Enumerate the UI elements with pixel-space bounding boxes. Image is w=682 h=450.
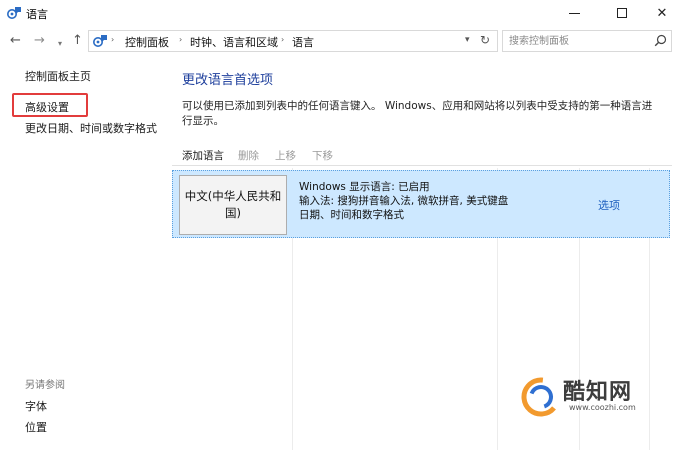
breadcrumb-chevron-icon[interactable]: ›	[281, 35, 284, 44]
change-date-format-link[interactable]: 更改日期、时间或数字格式	[25, 120, 157, 136]
address-dropdown-icon[interactable]: ▾	[465, 35, 470, 45]
search-box[interactable]	[502, 30, 672, 52]
language-row[interactable]: 中文(中华人民共和国) Windows 显示语言: 已启用 输入法: 搜狗拼音输…	[172, 170, 670, 238]
watermark: 酷知网 www.coozhi.com	[515, 370, 645, 420]
page-description: 可以使用已添加到列表中的任何语言键入。 Windows、应用和网站将以列表中受支…	[182, 100, 653, 127]
recent-locations-chevron-icon[interactable]: ▾	[58, 37, 62, 51]
maximize-icon	[617, 8, 627, 18]
move-up-button[interactable]: 上移	[275, 148, 296, 163]
language-toolbar: 添加语言 删除 上移 下移	[172, 144, 672, 166]
remove-button[interactable]: 删除	[238, 148, 259, 163]
window-title: 语言	[26, 8, 48, 21]
breadcrumb-clock-language-region[interactable]: 时钟、语言和区域	[190, 34, 278, 50]
control-panel-home-link[interactable]: 控制面板主页	[25, 68, 91, 84]
refresh-icon[interactable]: ↻	[480, 33, 490, 47]
search-input[interactable]	[503, 31, 649, 51]
date-time-number-format: 日期、时间和数字格式	[299, 209, 404, 221]
input-methods: 输入法: 搜狗拼音输入法, 微软拼音, 美式键盘	[299, 195, 509, 207]
back-arrow-icon[interactable]: ←	[10, 34, 21, 48]
close-icon: ✕	[656, 5, 668, 21]
breadcrumb-language[interactable]: 语言	[292, 34, 314, 50]
language-gear-icon	[7, 7, 21, 19]
title-bar: 语言 ✕	[0, 0, 682, 26]
move-down-button[interactable]: 下移	[312, 148, 333, 163]
add-language-button[interactable]: 添加语言	[182, 148, 224, 163]
location-link[interactable]: 位置	[25, 419, 47, 435]
breadcrumb-control-panel[interactable]: 控制面板	[125, 34, 169, 50]
watermark-name: 酷知网	[563, 380, 633, 405]
breadcrumb-chevron-icon[interactable]: ›	[179, 35, 182, 44]
minimize-icon	[568, 12, 580, 14]
advanced-settings-link[interactable]: 高级设置	[25, 99, 69, 115]
search-icon[interactable]	[654, 34, 667, 47]
address-bar[interactable]: › 控制面板 › 时钟、语言和区域 › 语言 ▾ ↻	[88, 30, 498, 52]
language-name-button[interactable]: 中文(中华人民共和国)	[179, 175, 287, 235]
coozhi-logo-icon	[521, 377, 561, 417]
watermark-url: www.coozhi.com	[569, 403, 636, 412]
maximize-button[interactable]	[600, 0, 644, 26]
display-language-status: Windows 显示语言: 已启用	[299, 181, 430, 193]
navigation-bar: ← → ▾ ↑ › 控制面板 › 时钟、语言和区域 › 语言 ▾ ↻	[0, 26, 682, 56]
fonts-link[interactable]: 字体	[25, 398, 47, 414]
control-panel-icon	[93, 35, 107, 47]
breadcrumb-chevron-icon[interactable]: ›	[111, 35, 114, 44]
page-title: 更改语言首选项	[182, 73, 274, 88]
forward-arrow-icon[interactable]: →	[34, 34, 45, 48]
see-also-heading: 另请参阅	[25, 380, 65, 391]
up-arrow-icon[interactable]: ↑	[72, 34, 83, 48]
options-link[interactable]: 选项	[598, 197, 620, 213]
left-pane: 控制面板主页 高级设置 更改日期、时间或数字格式 另请参阅 字体 位置	[0, 56, 170, 450]
language-details: Windows 显示语言: 已启用 输入法: 搜狗拼音输入法, 微软拼音, 美式…	[299, 180, 508, 222]
close-button[interactable]: ✕	[640, 0, 682, 26]
minimize-button[interactable]	[552, 0, 596, 26]
